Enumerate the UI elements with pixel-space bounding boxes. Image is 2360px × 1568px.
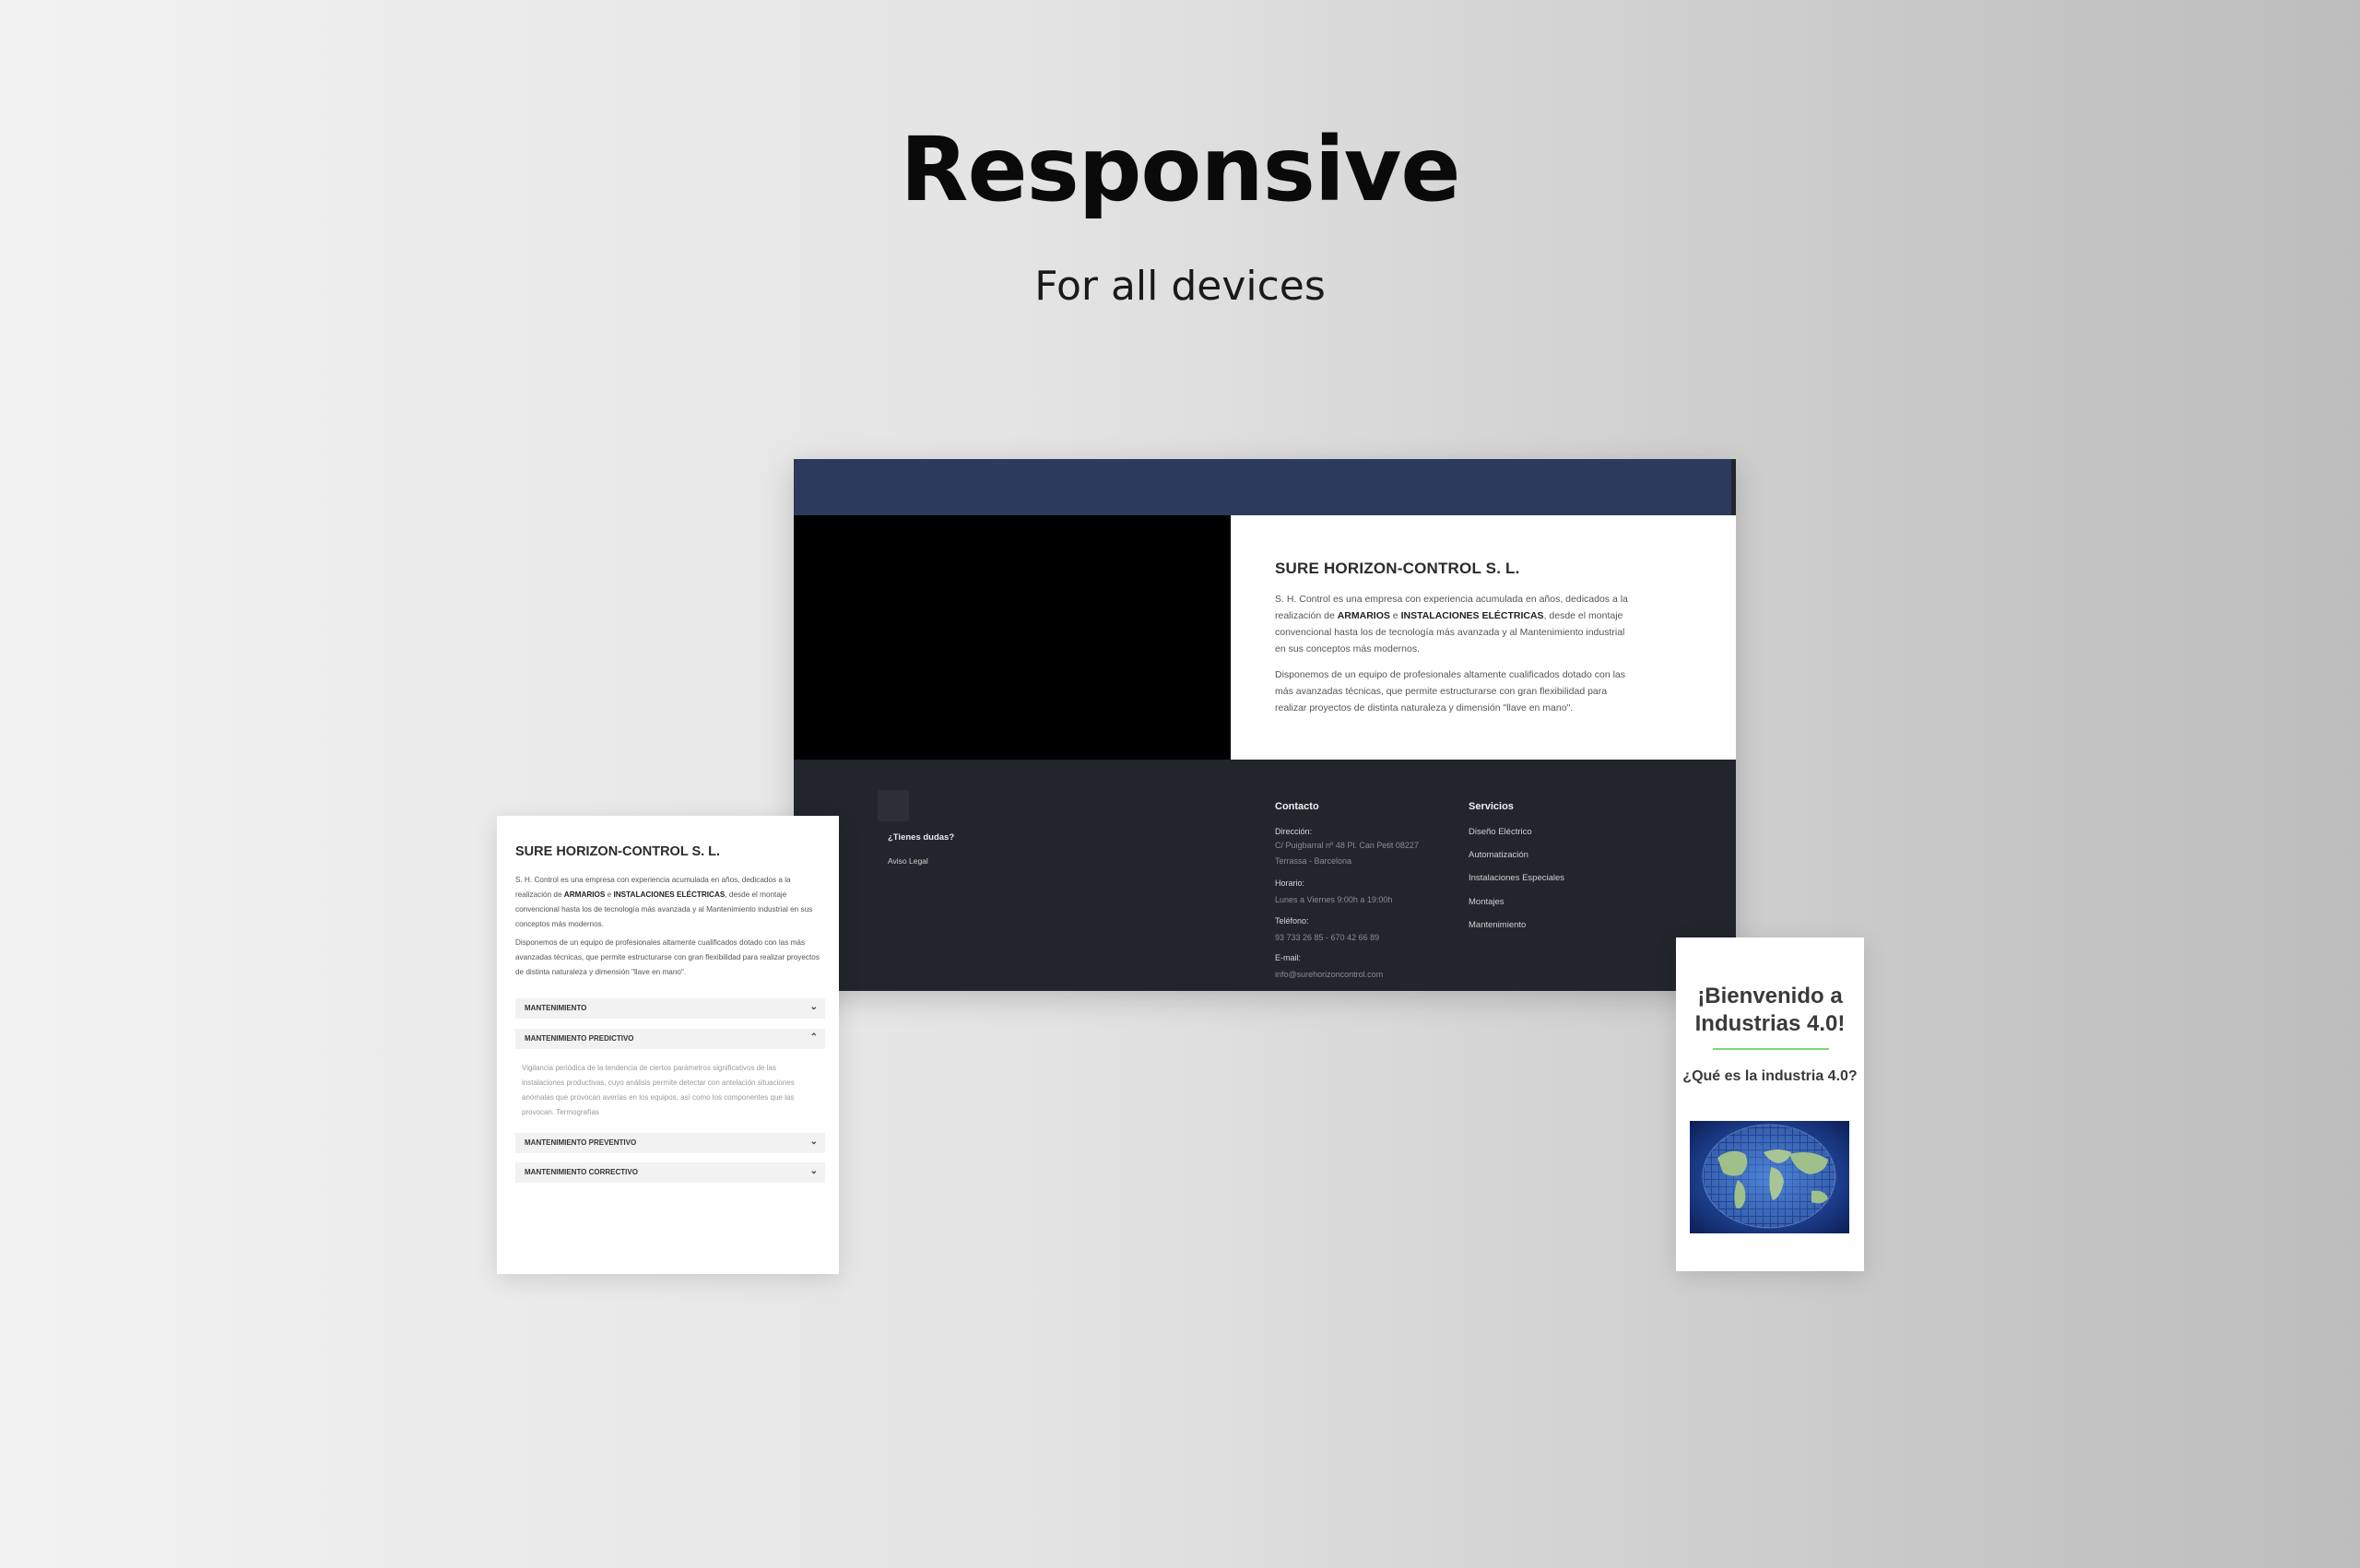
footer-faq-link[interactable]: ¿Tienes dudas? — [888, 832, 954, 843]
chevron-down-icon: ⌄ — [809, 1166, 818, 1176]
footer-hours-value: Lunes a Viernes 9:00h a 19:00h — [1275, 895, 1393, 904]
accordion-label: MANTENIMIENTO CORRECTIVO — [525, 1168, 638, 1176]
footer-address-value: C/ Puigbarral nº 48 Pl. Can Petit 08227 … — [1275, 841, 1419, 866]
video-player[interactable] — [794, 515, 1231, 760]
tablet-about-title: SURE HORIZON-CONTROL S. L. — [515, 844, 721, 859]
page-title: Responsive — [900, 118, 1461, 221]
accordion-mantenimiento[interactable]: MANTENIMIENTO ⌄ — [515, 998, 825, 1019]
page-subtitle: For all devices — [1034, 263, 1326, 310]
footer-phone-label: Teléfono: — [1275, 916, 1309, 925]
chevron-down-icon: ⌄ — [809, 1002, 818, 1012]
accordion-predictivo-body: Vigilancia periódica de la tendencia de … — [522, 1064, 795, 1116]
footer-phone-value[interactable]: 93 733 26 85 - 670 42 66 89 — [1275, 930, 1379, 946]
about-paragraph-2: Disponemos de un equipo de profesionales… — [1275, 669, 1625, 713]
heading-underline — [1713, 1048, 1829, 1050]
footer-address-label: Dirección: — [1275, 827, 1313, 836]
phone-question-heading: ¿Qué es la industria 4.0? — [1682, 1068, 1858, 1084]
accordion-mantenimiento-correctivo[interactable]: MANTENIMIENTO CORRECTIVO ⌄ — [515, 1162, 825, 1183]
chevron-down-icon: ⌄ — [809, 1137, 818, 1147]
about-paragraph-1: S. H. Control es una empresa con experie… — [1275, 594, 1628, 654]
footer-legal-link[interactable]: Aviso Legal — [888, 856, 928, 866]
globe-image — [1690, 1121, 1849, 1233]
tablet-paragraph-1: S. H. Control es una empresa con experie… — [515, 876, 813, 928]
footer-service-link[interactable]: Automatización — [1469, 850, 1528, 860]
phone-welcome-heading: ¡Bienvenido a Industrias 4.0! — [1694, 984, 1846, 1036]
footer-contact-heading: Contacto — [1275, 801, 1319, 812]
chevron-up-icon: ⌃ — [809, 1032, 818, 1043]
footer-logo[interactable] — [878, 790, 909, 821]
about-title: SURE HORIZON-CONTROL S. L. — [1275, 560, 1520, 577]
accordion-label: MANTENIMIENTO PREVENTIVO — [525, 1138, 637, 1147]
accordion-label: MANTENIMIENTO — [525, 1004, 587, 1012]
footer-service-link[interactable]: Diseño Eléctrico — [1469, 827, 1532, 837]
accordion-mantenimiento-predictivo[interactable]: MANTENIMIENTO PREDICTIVO ⌃ — [515, 1029, 825, 1049]
desktop-mockup — [794, 459, 1736, 991]
footer-service-link[interactable]: Instalaciones Especiales — [1469, 873, 1564, 883]
footer-service-link[interactable]: Montajes — [1469, 897, 1504, 907]
accordion-mantenimiento-preventivo[interactable]: MANTENIMIENTO PREVENTIVO ⌄ — [515, 1133, 825, 1153]
accordion-label: MANTENIMIENTO PREDICTIVO — [525, 1034, 634, 1043]
tablet-paragraph-2: Disponemos de un equipo de profesionales… — [515, 938, 820, 976]
footer-email-value[interactable]: info@surehorizoncontrol.com — [1275, 967, 1383, 983]
desktop-navbar — [794, 459, 1731, 515]
footer-services-heading: Servicios — [1469, 801, 1514, 812]
footer-hours-label: Horario: — [1275, 878, 1305, 888]
footer-email-label: E-mail: — [1275, 953, 1302, 962]
footer-service-link[interactable]: Mantenimiento — [1469, 920, 1526, 930]
